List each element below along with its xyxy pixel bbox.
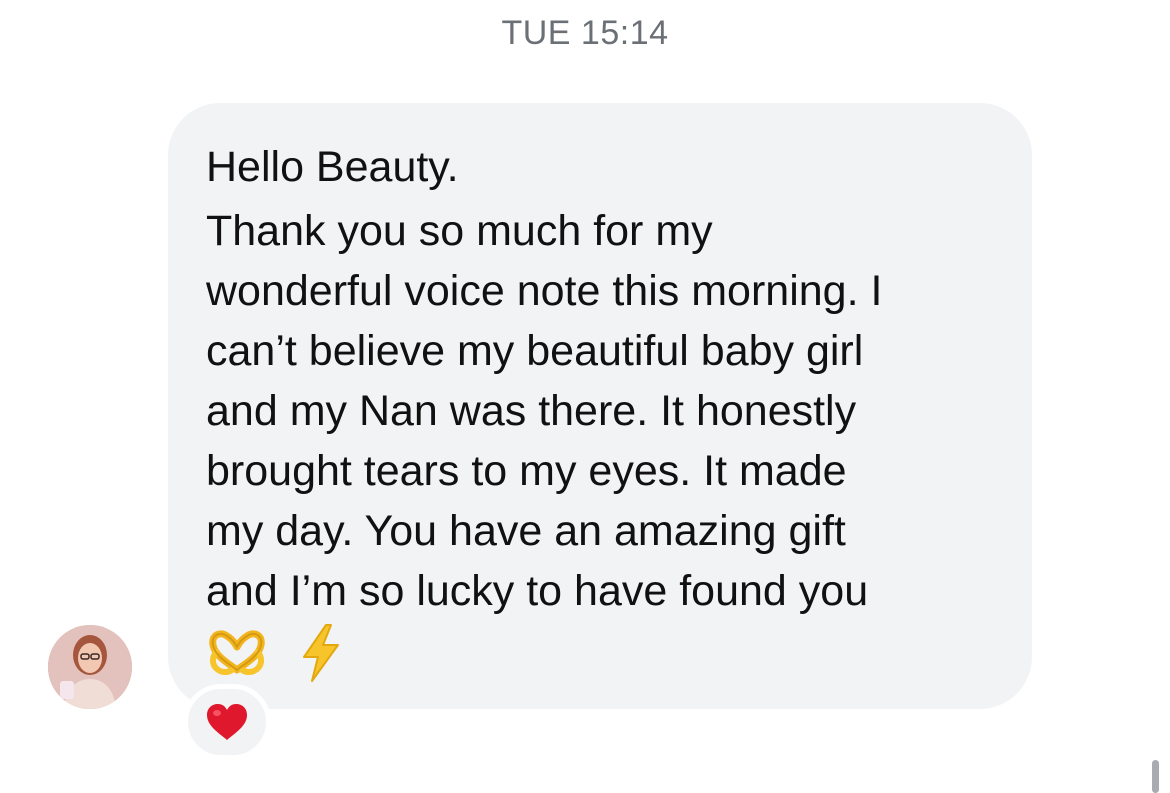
heart-hands-emoji-icon bbox=[209, 630, 265, 676]
message-body: Thank you so much for my wonderful voice… bbox=[206, 201, 992, 621]
message-line: my day. You have an amazing gift bbox=[206, 507, 846, 555]
chat-screen: TUE 15:14 Hello Beauty. Thank you so muc… bbox=[0, 0, 1170, 793]
sender-avatar[interactable] bbox=[48, 625, 132, 709]
avatar-photo-icon bbox=[48, 625, 132, 709]
message-line: wonderful voice note this morning. I bbox=[206, 267, 883, 315]
scrollbar-thumb[interactable] bbox=[1152, 760, 1159, 793]
message-line: brought tears to my eyes. It made bbox=[206, 447, 847, 495]
message-line: can’t believe my beautiful baby girl bbox=[206, 327, 864, 375]
emoji-row bbox=[206, 621, 992, 683]
message-line: and my Nan was there. It honestly bbox=[206, 387, 857, 435]
message-bubble[interactable]: Hello Beauty. Thank you so much for my w… bbox=[168, 103, 1032, 709]
red-heart-icon bbox=[207, 704, 247, 740]
reaction-badge[interactable] bbox=[183, 684, 271, 760]
message-line: Thank you so much for my bbox=[206, 207, 713, 255]
message-greeting: Hello Beauty. bbox=[206, 143, 459, 191]
message-timestamp: TUE 15:14 bbox=[501, 14, 669, 52]
high-voltage-icon bbox=[303, 624, 339, 682]
message-line: and I’m so lucky to have found you bbox=[206, 567, 869, 615]
